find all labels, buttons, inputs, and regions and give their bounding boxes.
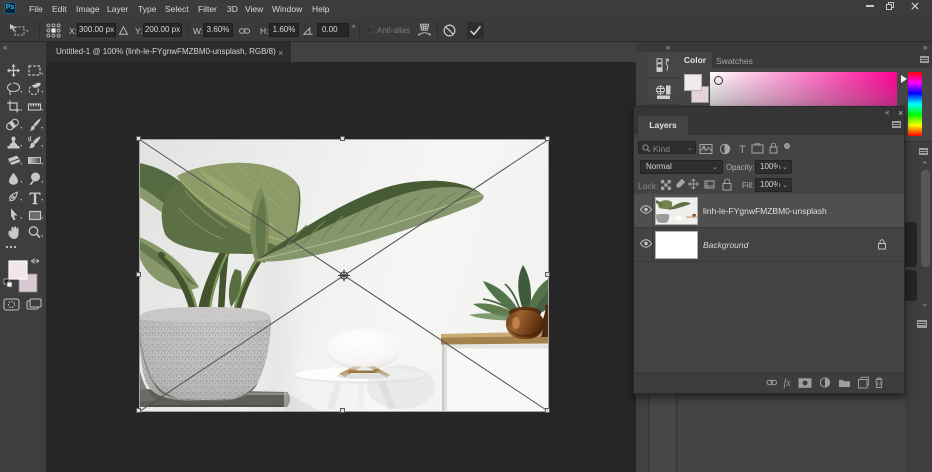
svg-text:fx: fx <box>784 378 792 389</box>
svg-text:T: T <box>739 144 746 155</box>
